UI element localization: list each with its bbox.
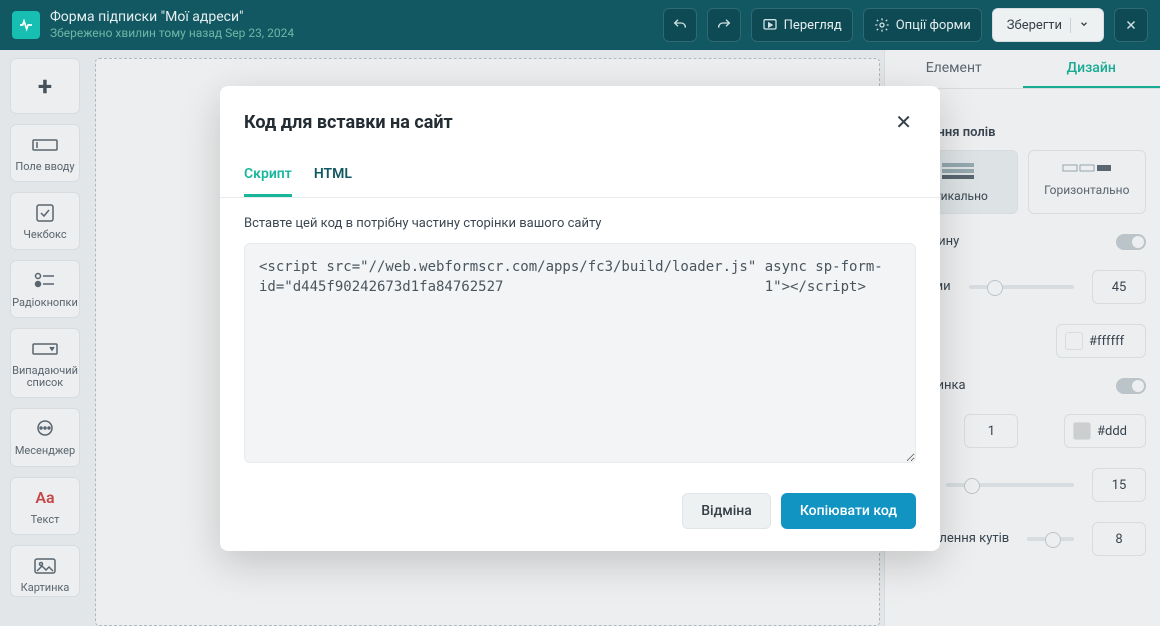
- copy-code-button[interactable]: Копіювати код: [781, 493, 916, 529]
- embed-code-modal: Код для вставки на сайт ✕ Скрипт HTML Вс…: [220, 86, 940, 551]
- modal-overlay: Код для вставки на сайт ✕ Скрипт HTML Вс…: [0, 50, 1160, 626]
- save-label: Зберегти: [1007, 18, 1062, 33]
- form-options-button[interactable]: Опції форми: [863, 8, 982, 42]
- save-dropdown-icon[interactable]: [1070, 18, 1089, 33]
- redo-button[interactable]: [707, 8, 741, 42]
- close-icon: ✕: [895, 110, 912, 134]
- modal-instruction: Вставте цей код в потрібну частину сторі…: [244, 216, 916, 231]
- embed-code-textarea[interactable]: [244, 243, 916, 463]
- preview-button[interactable]: Перегляд: [751, 8, 853, 42]
- save-button[interactable]: Зберегти: [992, 8, 1104, 42]
- modal-tab-script[interactable]: Скрипт: [244, 166, 292, 197]
- app-logo: [12, 11, 40, 39]
- form-options-label: Опції форми: [896, 18, 971, 33]
- cancel-button[interactable]: Відміна: [682, 493, 771, 529]
- form-title: Форма підписки "Мої адреси": [50, 9, 294, 26]
- saved-status: Збережено хвилин тому назад Sep 23, 2024: [50, 26, 294, 40]
- modal-tab-html[interactable]: HTML: [314, 166, 352, 197]
- close-button[interactable]: [1114, 8, 1148, 42]
- modal-close-button[interactable]: ✕: [891, 106, 916, 138]
- modal-title: Код для вставки на сайт: [244, 112, 453, 133]
- preview-label: Перегляд: [784, 18, 842, 33]
- undo-button[interactable]: [663, 8, 697, 42]
